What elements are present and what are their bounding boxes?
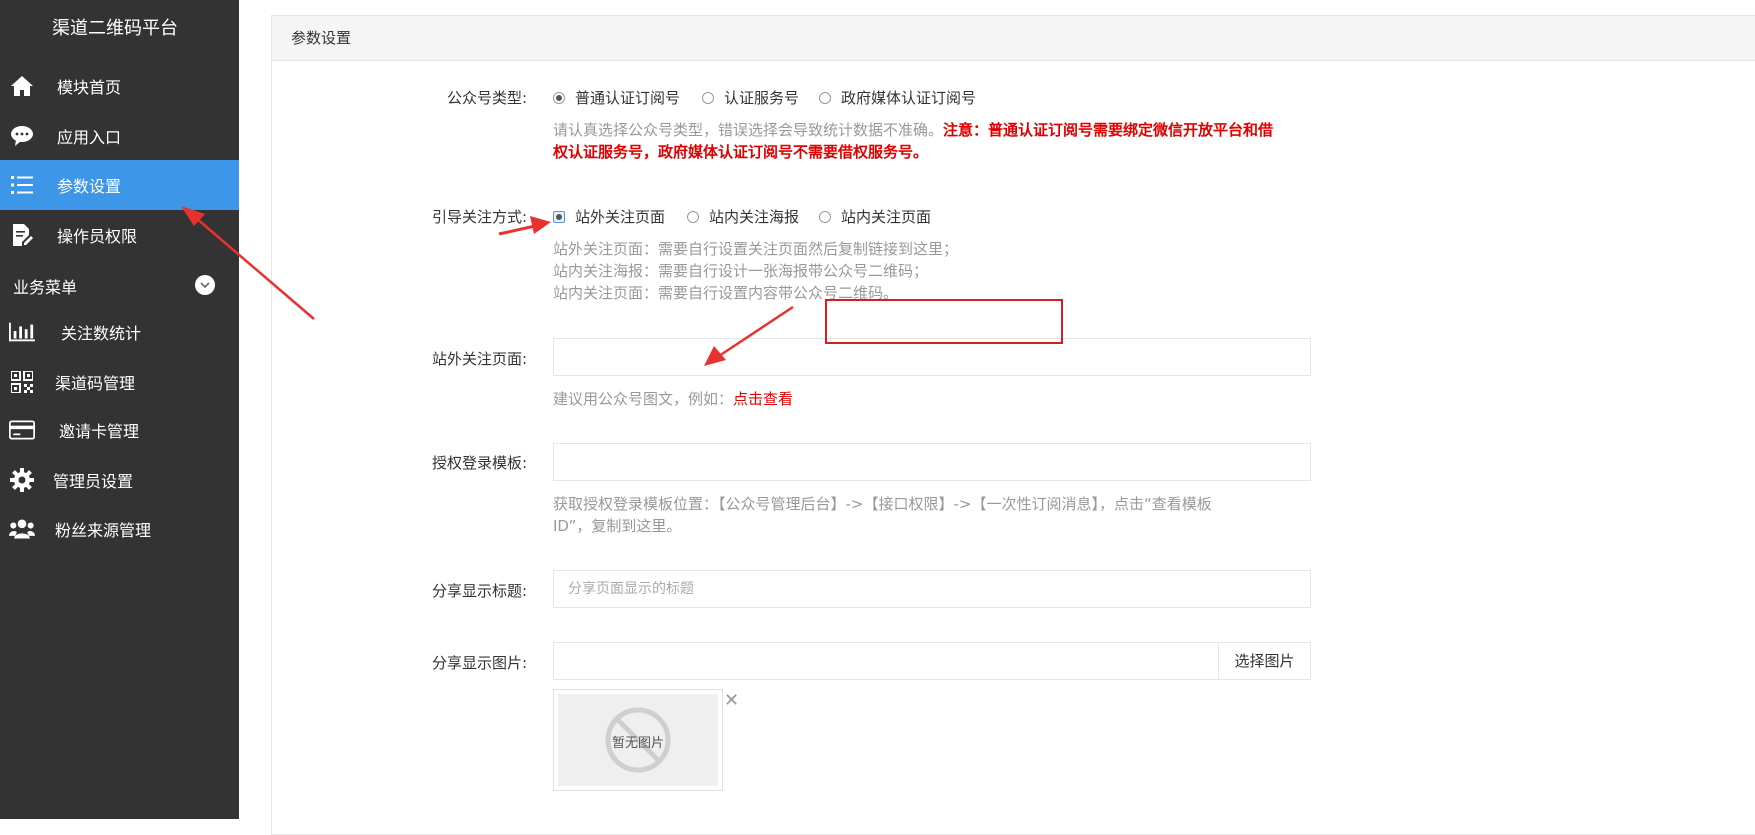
sidebar-item-label: 操作员权限: [57, 227, 138, 246]
radio-unchecked-icon: [819, 91, 831, 104]
business-menu-header[interactable]: 业务菜单: [0, 270, 239, 302]
no-image-text: 暂无图片: [611, 736, 664, 751]
radio-internal-page[interactable]: 站内关注页面: [819, 206, 931, 227]
view-example-link[interactable]: 点击查看: [733, 390, 793, 408]
card-icon: [9, 417, 35, 443]
radio-unchecked-icon: [702, 91, 714, 104]
sidebar-item-label: 粉丝来源管理: [55, 521, 152, 540]
account-type-label: 公众号类型:: [446, 89, 527, 107]
share-image-label: 分享显示图片:: [431, 654, 527, 672]
radio-external-page[interactable]: 站外关注页面: [553, 206, 665, 227]
sidebar-item-channel-codes[interactable]: 渠道码管理: [0, 357, 239, 407]
close-icon[interactable]: ✕: [724, 690, 739, 711]
list-settings-icon: [9, 172, 35, 198]
warning-text: 权认证服务号，政府媒体认证订阅号不需要借权服务号。: [553, 143, 929, 161]
panel-title: 参数设置: [272, 16, 1755, 61]
users-icon: [9, 516, 35, 542]
home-icon: [9, 73, 35, 99]
radio-normal-subscription[interactable]: 普通认证订阅号: [553, 87, 680, 108]
follow-mode-label: 引导关注方式:: [431, 208, 527, 226]
help-line: 获取授权登录模板位置：【公众号管理后台】->【接口权限】->【一次性订阅消息】，…: [553, 495, 1212, 513]
sidebar-item-label: 管理员设置: [53, 472, 134, 491]
app-title: 渠道二维码平台: [52, 18, 178, 39]
help-line: 站内关注海报：需要自行设计一张海报带公众号二维码；: [553, 262, 929, 280]
sidebar: 渠道二维码平台 模块首页 应用入口 参数设置 操作员权限 业务菜单 关注数统计 …: [0, 0, 239, 819]
sidebar-item-admin-settings[interactable]: 管理员设置: [0, 455, 239, 505]
help-line: 站内关注页面：需要自行设置内容带公众号二维码。: [553, 284, 899, 302]
radio-label: 认证服务号: [724, 89, 800, 107]
radio-label: 政府媒体认证订阅号: [841, 89, 977, 107]
document-edit-icon: [9, 222, 35, 248]
sidebar-item-settings[interactable]: 参数设置: [0, 160, 239, 210]
radio-label: 站内关注海报: [709, 208, 800, 226]
share-image-input[interactable]: [553, 642, 1219, 680]
sidebar-item-fan-sources[interactable]: 粉丝来源管理: [0, 504, 239, 554]
sidebar-item-app-entry[interactable]: 应用入口: [0, 111, 239, 161]
warning-text: 注意：普通认证订阅号需要绑定微信开放平台和借: [943, 121, 1274, 139]
auth-template-help: 获取授权登录模板位置：【公众号管理后台】->【接口权限】->【一次性订阅消息】，…: [553, 493, 1293, 537]
sidebar-item-home[interactable]: 模块首页: [0, 61, 239, 111]
auth-template-input[interactable]: [553, 443, 1311, 481]
image-preview: 暂无图片: [553, 689, 723, 791]
auth-template-label: 授权登录模板:: [431, 454, 527, 472]
chat-bubble-icon: [9, 123, 35, 149]
help-text: 请认真选择公众号类型，错误选择会导致统计数据不准确。: [553, 121, 944, 139]
sidebar-item-operator-permissions[interactable]: 操作员权限: [0, 210, 239, 260]
radio-label: 普通认证订阅号: [575, 89, 681, 107]
account-type-help: 请认真选择公众号类型，错误选择会导致统计数据不准确。注意：普通认证订阅号需要绑定…: [553, 119, 1313, 163]
help-text: 建议用公众号图文，例如：: [553, 390, 734, 408]
sidebar-item-follow-stats[interactable]: 关注数统计: [0, 307, 239, 357]
image-placeholder: 暂无图片: [558, 694, 718, 786]
radio-checked-icon: [553, 91, 565, 104]
sidebar-item-label: 邀请卡管理: [59, 422, 140, 441]
external-page-help: 建议用公众号图文，例如：点击查看: [553, 388, 1193, 410]
radio-service-account[interactable]: 认证服务号: [702, 87, 799, 108]
external-page-label: 站外关注页面:: [431, 350, 527, 368]
external-page-input[interactable]: [553, 338, 1311, 376]
share-title-input[interactable]: 分享页面显示的标题: [553, 570, 1311, 608]
group-label: 业务菜单: [13, 278, 78, 297]
radio-checked-icon: [553, 210, 565, 223]
follow-mode-help: 站外关注页面：需要自行设置关注页面然后复制链接到这里； 站内关注海报：需要自行设…: [553, 238, 1193, 304]
sidebar-item-label: 模块首页: [57, 78, 122, 97]
radio-internal-poster[interactable]: 站内关注海报: [687, 206, 799, 227]
sidebar-item-label: 关注数统计: [61, 324, 142, 343]
sidebar-item-invite-cards[interactable]: 邀请卡管理: [0, 405, 239, 455]
help-line: 站外关注页面：需要自行设置关注页面然后复制链接到这里；: [553, 240, 959, 258]
share-title-label: 分享显示标题:: [431, 582, 527, 600]
qr-code-icon: [9, 369, 35, 395]
sidebar-item-label: 参数设置: [57, 177, 122, 196]
radio-unchecked-icon: [819, 210, 831, 223]
chevron-down-icon[interactable]: [195, 275, 215, 295]
radio-gov-media-subscription[interactable]: 政府媒体认证订阅号: [819, 87, 976, 108]
sidebar-item-label: 渠道码管理: [55, 374, 136, 393]
bar-chart-icon: [9, 319, 35, 345]
help-line: ID”，复制到这里。: [553, 517, 682, 535]
gear-icon: [9, 467, 35, 493]
select-image-button[interactable]: 选择图片: [1218, 642, 1311, 680]
radio-unchecked-icon: [687, 210, 699, 223]
radio-label: 站外关注页面: [575, 208, 666, 226]
sidebar-item-label: 应用入口: [57, 128, 122, 147]
radio-label: 站内关注页面: [841, 208, 932, 226]
